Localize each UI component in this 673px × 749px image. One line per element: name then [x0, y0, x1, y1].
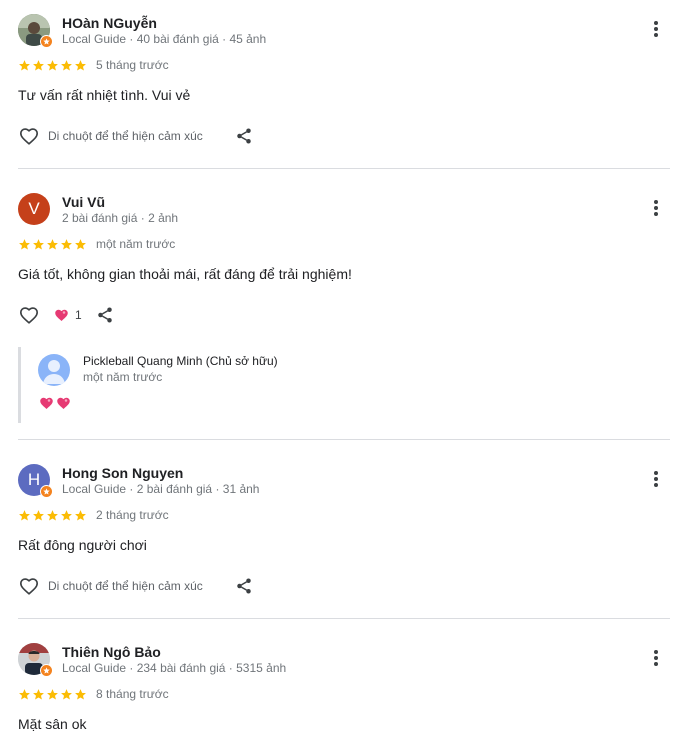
- review-text: Tư vấn rất nhiệt tình. Vui vẻ: [18, 87, 191, 103]
- star-icon: [19, 59, 30, 70]
- review-actions: Di chuột để thể hiện cảm xúc: [18, 574, 255, 598]
- reaction-hint: Di chuột để thể hiện cảm xúc: [48, 579, 203, 593]
- review-text: Giá tốt, không gian thoải mái, rất đáng …: [18, 266, 352, 282]
- review-time: một năm trước: [96, 237, 176, 251]
- reviewer-meta: Local Guide · 2 bài đánh giá · 31 ảnh: [62, 482, 260, 496]
- more-vert-icon: [654, 471, 658, 487]
- reaction-hint: Di chuột để thể hiện cảm xúc: [48, 129, 203, 143]
- star-icon: [75, 59, 86, 70]
- heart-outline-icon: [19, 578, 39, 595]
- star-icon: [33, 509, 44, 520]
- reviewer-name[interactable]: Thiên Ngô Bảo: [62, 644, 161, 660]
- star-icon: [75, 688, 86, 699]
- review-card: V Vui Vũ 2 bài đánh giá · 2 ảnh một năm …: [18, 193, 670, 433]
- heart-emoji-icon: [55, 309, 68, 321]
- more-options-button[interactable]: [644, 196, 668, 220]
- star-icon: [33, 238, 44, 249]
- review-actions: 1: [18, 303, 116, 327]
- star-rating: [18, 59, 87, 72]
- share-button[interactable]: [233, 575, 255, 597]
- share-icon: [237, 128, 251, 144]
- star-icon: [19, 238, 30, 249]
- local-guide-badge-icon: [40, 35, 53, 48]
- star-icon: [47, 59, 58, 70]
- star-icon: [61, 238, 72, 249]
- divider: [18, 439, 670, 440]
- like-button[interactable]: [18, 575, 40, 597]
- more-options-button[interactable]: [644, 17, 668, 41]
- more-vert-icon: [654, 21, 658, 37]
- reviewer-meta: 2 bài đánh giá · 2 ảnh: [62, 211, 179, 225]
- local-guide-badge-icon: [40, 664, 53, 677]
- star-icon: [33, 688, 44, 699]
- more-vert-icon: [654, 200, 658, 216]
- like-button[interactable]: [18, 304, 40, 326]
- reviewer-meta: Local Guide · 40 bài đánh giá · 45 ảnh: [62, 32, 267, 46]
- more-vert-icon: [654, 650, 658, 666]
- reviewer-name[interactable]: HOàn NGuyễn: [62, 15, 157, 31]
- like-button[interactable]: [18, 125, 40, 147]
- reviewer-avatar[interactable]: V: [18, 193, 50, 225]
- heart-emoji-icon: [40, 397, 53, 409]
- avatar-letter: V: [18, 193, 50, 225]
- more-options-button[interactable]: [644, 467, 668, 491]
- review-text: Rất đông người chơi: [18, 537, 147, 553]
- review-card: HOàn NGuyễn Local Guide · 40 bài đánh gi…: [18, 14, 670, 164]
- reviewer-avatar[interactable]: [18, 14, 53, 48]
- reviewer-avatar[interactable]: H: [18, 464, 53, 498]
- share-button[interactable]: [233, 125, 255, 147]
- rating-row: 2 tháng trước: [18, 508, 169, 522]
- divider: [18, 618, 670, 619]
- owner-reply: Pickleball Quang Minh (Chủ sở hữu) một n…: [18, 347, 658, 423]
- heart-emoji-icon: [57, 397, 70, 409]
- reviewer-avatar[interactable]: [18, 643, 53, 677]
- reviewer-name[interactable]: Vui Vũ: [62, 194, 105, 210]
- person-icon: [43, 360, 65, 384]
- review-actions: Di chuột để thể hiện cảm xúc: [18, 124, 255, 148]
- review-card: Thiên Ngô Bảo Local Guide · 234 bài đánh…: [18, 643, 670, 743]
- reaction-count: 1: [75, 308, 82, 322]
- star-icon: [47, 688, 58, 699]
- owner-name: Pickleball Quang Minh (Chủ sở hữu): [83, 354, 278, 368]
- divider: [18, 168, 670, 169]
- rating-row: một năm trước: [18, 237, 175, 251]
- reaction-chip[interactable]: 1: [54, 308, 82, 322]
- star-icon: [75, 509, 86, 520]
- reviewer-name[interactable]: Hong Son Nguyen: [62, 465, 183, 481]
- heart-outline-icon: [19, 307, 39, 324]
- star-icon: [75, 238, 86, 249]
- rating-row: 8 tháng trước: [18, 687, 169, 701]
- review-time: 5 tháng trước: [96, 58, 169, 72]
- star-icon: [19, 509, 30, 520]
- star-icon: [61, 688, 72, 699]
- reviewer-meta: Local Guide · 234 bài đánh giá · 5315 ản…: [62, 661, 287, 675]
- review-card: H Hong Son Nguyen Local Guide · 2 bài đá…: [18, 464, 670, 614]
- star-rating: [18, 238, 87, 251]
- star-icon: [61, 59, 72, 70]
- star-icon: [61, 509, 72, 520]
- star-rating: [18, 688, 87, 701]
- review-time: 8 tháng trước: [96, 687, 169, 701]
- more-options-button[interactable]: [644, 646, 668, 670]
- share-button[interactable]: [94, 304, 116, 326]
- star-rating: [18, 509, 87, 522]
- owner-reply-reactions: [39, 396, 71, 410]
- owner-avatar[interactable]: [38, 354, 70, 386]
- star-icon: [47, 238, 58, 249]
- review-text: Mặt sân ok: [18, 716, 87, 732]
- heart-outline-icon: [19, 128, 39, 145]
- local-guide-badge-icon: [40, 485, 53, 498]
- rating-row: 5 tháng trước: [18, 58, 169, 72]
- star-icon: [47, 509, 58, 520]
- star-icon: [19, 688, 30, 699]
- share-icon: [237, 578, 251, 594]
- review-time: 2 tháng trước: [96, 508, 169, 522]
- share-icon: [97, 307, 112, 323]
- star-icon: [33, 59, 44, 70]
- owner-reply-time: một năm trước: [83, 370, 163, 384]
